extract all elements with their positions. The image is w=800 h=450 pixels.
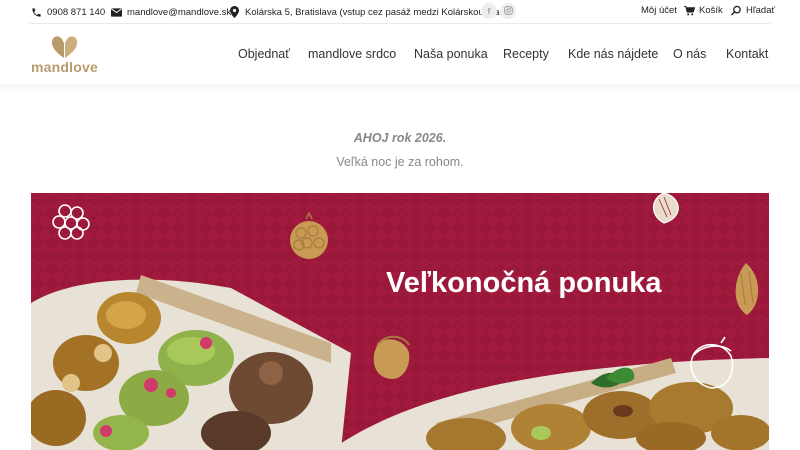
cart-label: Košík: [699, 5, 723, 16]
nav-objednat[interactable]: Objednať: [238, 47, 290, 63]
nav-recepty[interactable]: Recepty: [503, 47, 549, 63]
cart-link[interactable]: Košík: [684, 5, 723, 16]
cart-icon: [684, 5, 695, 16]
email-link[interactable]: mandlove@mandlove.sk: [111, 5, 231, 19]
nav-o-nas[interactable]: O nás: [673, 47, 706, 63]
account-label: Môj účet: [641, 5, 677, 16]
easter-banner[interactable]: Veľkonočná ponuka: [31, 193, 769, 450]
nav-mandlove-srdco[interactable]: mandlove srdco: [308, 47, 396, 63]
nav-nasa-ponuka[interactable]: Naša ponuka: [414, 47, 488, 63]
intro-subtext: Veľká noc je za rohom.: [336, 155, 464, 169]
account-link[interactable]: Môj účet: [641, 5, 677, 16]
nav-kde-nas-najdete[interactable]: Kde nás nájdete: [568, 47, 658, 63]
top-info-bar: 0908 871 140 mandlove@mandlove.sk Kolárs…: [0, 0, 800, 23]
phone-link[interactable]: 0908 871 140: [31, 5, 105, 19]
address-link[interactable]: Kolárska 5, Bratislava (vstup cez pasáž …: [229, 5, 511, 19]
logo-text[interactable]: mandlove: [31, 59, 98, 75]
phone-icon: [31, 7, 42, 18]
banner-illustration: [31, 193, 769, 450]
email-address: mandlove@mandlove.sk: [127, 6, 232, 18]
instagram-icon: [503, 5, 513, 17]
facebook-icon: f: [487, 6, 491, 16]
site-header: mandlove Objednať mandlove srdco Naša po…: [0, 24, 800, 84]
address-text: Kolárska 5, Bratislava (vstup cez pasáž …: [245, 6, 511, 18]
mail-icon: [111, 7, 122, 18]
instagram-button[interactable]: [500, 3, 516, 19]
search-label: Hľadať: [746, 5, 776, 16]
map-pin-icon: [229, 6, 240, 18]
nav-kontakt[interactable]: Kontakt: [726, 47, 768, 63]
facebook-button[interactable]: f: [481, 3, 497, 19]
intro-heading: AHOJ rok 2026.: [353, 131, 447, 145]
banner-title: Veľkonočná ponuka: [386, 267, 662, 299]
phone-number: 0908 871 140: [47, 6, 106, 18]
search-icon: [731, 5, 742, 16]
search-link[interactable]: Hľadať: [731, 5, 775, 16]
